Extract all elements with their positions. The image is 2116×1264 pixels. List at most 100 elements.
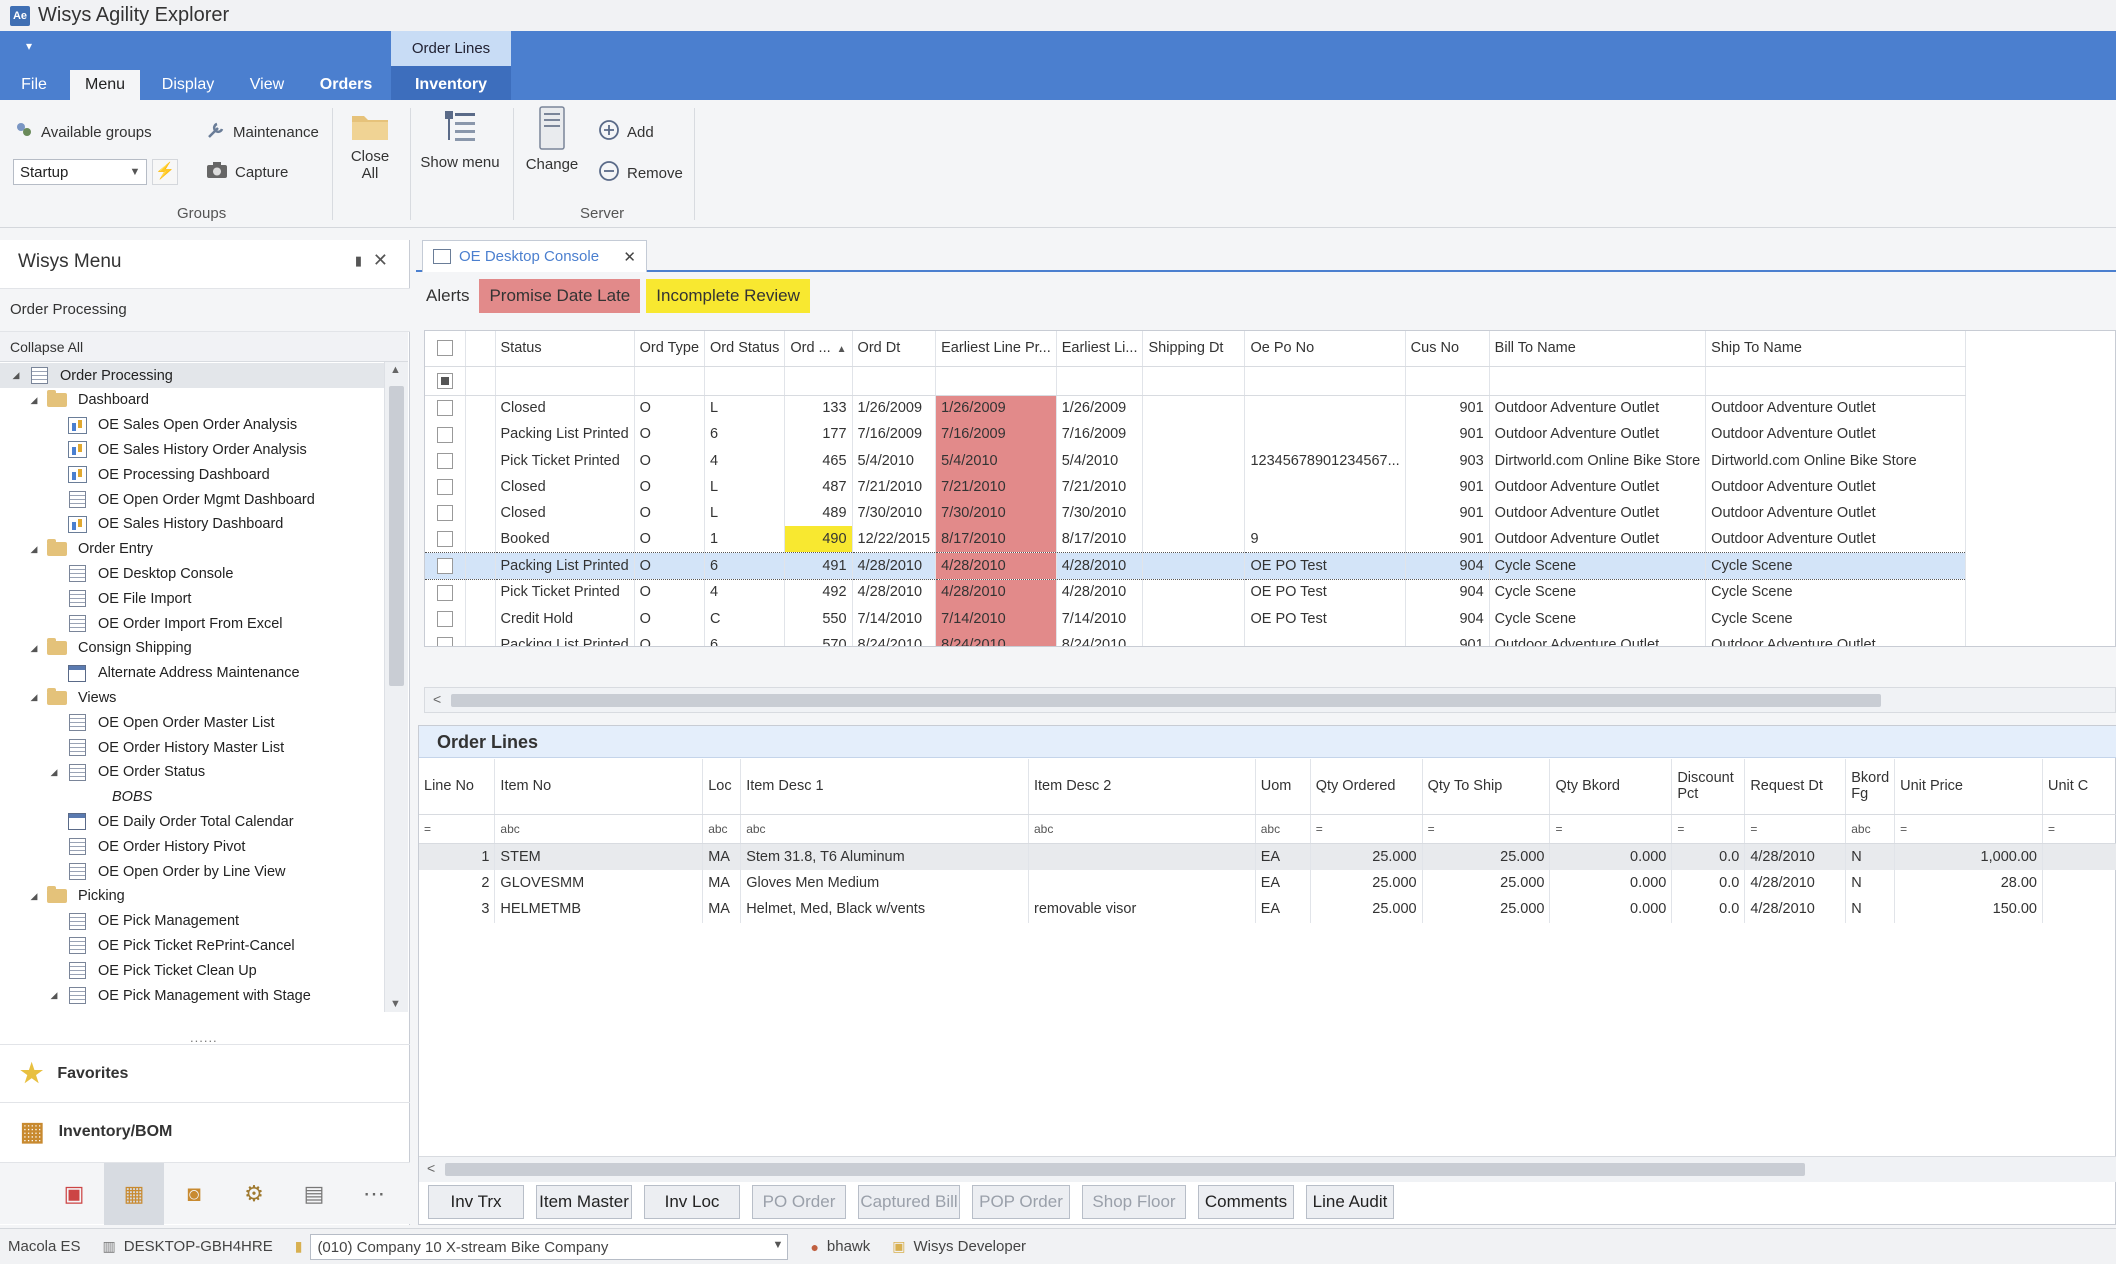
table-cell[interactable]: 487 <box>784 473 853 501</box>
bag-icon[interactable]: ◙ <box>164 1163 224 1225</box>
table-cell[interactable]: Helmet, Med, Black w/vents <box>740 896 1029 923</box>
checkbox[interactable] <box>436 636 453 646</box>
filter-cell[interactable] <box>1244 366 1406 396</box>
filter-cell[interactable] <box>852 366 937 396</box>
table-cell[interactable]: MA <box>702 896 742 923</box>
column-header[interactable]: Qty Bkord <box>1549 759 1673 815</box>
table-cell[interactable]: O <box>634 605 706 632</box>
column-header[interactable]: Status <box>495 331 635 367</box>
action-button-captured-bill[interactable]: Captured Bill <box>858 1185 960 1219</box>
filter-cell[interactable] <box>1489 366 1707 396</box>
table-cell[interactable]: 0.000 <box>1549 843 1673 870</box>
table-cell[interactable]: 0.0 <box>1671 843 1746 870</box>
table-cell[interactable]: 177 <box>784 421 853 448</box>
table-cell[interactable]: O <box>634 447 706 474</box>
action-button-line-audit[interactable]: Line Audit <box>1306 1185 1394 1219</box>
table-cell[interactable] <box>1142 631 1246 646</box>
table-cell[interactable]: 490 <box>784 526 853 553</box>
table-cell[interactable]: Outdoor Adventure Outlet <box>1489 500 1707 527</box>
table-cell[interactable]: O <box>634 395 706 422</box>
row-checkbox-cell[interactable] <box>425 605 466 632</box>
table-cell[interactable]: 2 <box>419 869 496 896</box>
expand-toggle-icon[interactable]: ◢ <box>48 767 60 778</box>
tree-item[interactable]: OE Order History Pivot <box>0 834 384 859</box>
table-cell[interactable]: 7/14/2010 <box>852 605 937 632</box>
action-button-pop-order[interactable]: POP Order <box>972 1185 1070 1219</box>
quick-access-toolbar[interactable]: ▾ <box>26 39 32 53</box>
table-cell[interactable]: 4/28/2010 <box>852 579 937 606</box>
equals-filter-icon[interactable]: = <box>1744 814 1847 844</box>
table-cell[interactable]: 8/24/2010 <box>852 631 937 646</box>
row-checkbox-cell[interactable] <box>425 473 466 501</box>
filter-cell[interactable] <box>1705 366 1967 396</box>
sort-ascending-icon[interactable]: ▲ <box>837 344 847 355</box>
table-cell[interactable] <box>1142 421 1246 448</box>
tree-item[interactable]: ◢ Dashboard <box>0 388 384 413</box>
table-cell[interactable]: 5/4/2010 <box>852 447 937 474</box>
table-cell[interactable]: 4/28/2010 <box>1744 896 1847 923</box>
table-cell[interactable]: Outdoor Adventure Outlet <box>1489 473 1707 501</box>
table-cell[interactable]: Gloves Men Medium <box>740 869 1029 896</box>
table-cell[interactable]: EA <box>1255 896 1311 923</box>
tree-item[interactable]: OE Pick Ticket RePrint-Cancel <box>0 933 384 958</box>
column-header[interactable]: Ord ... ▲ <box>784 331 853 367</box>
tab-menu[interactable]: Menu <box>70 70 140 100</box>
select-all-checkbox[interactable] <box>425 331 466 367</box>
table-cell[interactable]: Packing List Printed <box>495 552 635 580</box>
tree-item[interactable]: OE Open Order Mgmt Dashboard <box>0 487 384 512</box>
table-cell[interactable]: HELMETMB <box>494 896 704 923</box>
table-cell[interactable]: Pick Ticket Printed <box>495 579 635 606</box>
change-server-button[interactable]: Change <box>522 106 582 173</box>
table-cell[interactable]: 4 <box>704 447 786 474</box>
checkbox[interactable] <box>436 584 453 601</box>
document-icon[interactable]: ▤ <box>284 1163 344 1225</box>
filter-cell[interactable] <box>634 366 706 396</box>
table-cell[interactable]: 901 <box>1405 526 1490 553</box>
tree-item[interactable]: ◢ Views <box>0 685 384 710</box>
table-cell[interactable]: 7/21/2010 <box>852 473 937 501</box>
tree-item[interactable]: ◢ OE Order Status <box>0 760 384 785</box>
column-header[interactable]: Item Desc 2 <box>1028 759 1256 815</box>
table-cell[interactable]: 901 <box>1405 500 1490 527</box>
row-checkbox-cell[interactable] <box>425 395 466 422</box>
table-cell[interactable] <box>2042 843 2116 870</box>
filter-cell[interactable] <box>704 366 786 396</box>
text-filter-icon[interactable]: abc <box>702 814 742 844</box>
table-cell[interactable]: Outdoor Adventure Outlet <box>1489 526 1707 553</box>
column-header[interactable]: Ord Type <box>634 331 706 367</box>
add-server-button[interactable]: Add <box>598 119 654 145</box>
tree-item[interactable]: OE Pick Ticket Clean Up <box>0 958 384 983</box>
chevron-down-icon[interactable]: ▼ <box>773 1239 784 1251</box>
table-row[interactable]: Closed O L 487 7/21/2010 7/21/2010 7/21/2010 90… <box>425 473 1967 501</box>
checkbox[interactable] <box>436 372 453 389</box>
tree-scrollbar[interactable]: ▲ ▼ <box>384 362 408 1012</box>
table-cell[interactable]: 4/28/2010 <box>935 579 1057 606</box>
favorites-nav-button[interactable]: ★ Favorites <box>0 1044 410 1102</box>
action-button-shop-floor[interactable]: Shop Floor <box>1082 1185 1186 1219</box>
close-icon[interactable]: ✕ <box>623 248 636 266</box>
table-cell[interactable]: 0.0 <box>1671 896 1746 923</box>
action-button-po-order[interactable]: PO Order <box>752 1185 846 1219</box>
boxes-icon[interactable]: ▦ <box>104 1162 164 1225</box>
filter-cell[interactable] <box>1405 366 1490 396</box>
action-button-inv-trx[interactable]: Inv Trx <box>428 1185 524 1219</box>
checkbox[interactable] <box>436 426 453 443</box>
gears-icon[interactable]: ⚙ <box>224 1163 284 1225</box>
table-cell[interactable]: 3 <box>419 896 496 923</box>
table-cell[interactable] <box>1142 500 1246 527</box>
tree-item[interactable]: ◢ Order Processing <box>0 363 384 388</box>
table-cell[interactable]: 570 <box>784 631 853 646</box>
table-cell[interactable]: removable visor <box>1028 896 1256 923</box>
checkbox[interactable] <box>436 505 453 522</box>
column-header[interactable]: Qty Ordered <box>1310 759 1423 815</box>
table-cell[interactable]: 904 <box>1405 579 1490 606</box>
column-header[interactable]: Ord Dt <box>852 331 937 367</box>
table-cell[interactable] <box>1244 421 1406 448</box>
table-cell[interactable]: 0.000 <box>1549 869 1673 896</box>
table-cell[interactable]: 4/28/2010 <box>935 552 1057 580</box>
table-cell[interactable]: 904 <box>1405 605 1490 632</box>
table-cell[interactable]: Packing List Printed <box>495 421 635 448</box>
table-cell[interactable]: 0.0 <box>1671 869 1746 896</box>
table-cell[interactable]: MA <box>702 869 742 896</box>
table-row[interactable]: 2 GLOVESMM MA Gloves Men Medium EA 25.000 25.0… <box>419 869 2116 896</box>
